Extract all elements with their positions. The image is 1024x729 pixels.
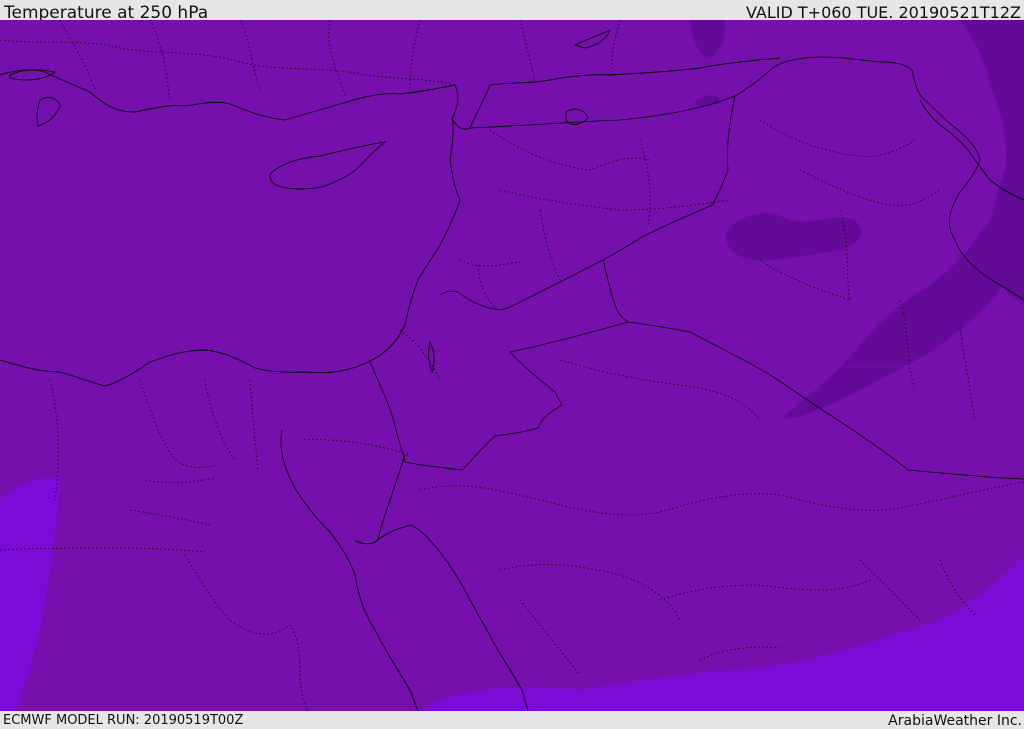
map-svg [0,20,1024,711]
footer-bar: ECMWF MODEL RUN: 20190519T00Z ArabiaWeat… [0,711,1024,729]
map-canvas[interactable] [0,20,1024,711]
credit-label: ArabiaWeather Inc. [888,713,1022,729]
header-bar: Temperature at 250 hPa VALID T+060 TUE. … [0,0,1024,23]
weather-map-viewer: Temperature at 250 hPa VALID T+060 TUE. … [0,0,1024,729]
model-run-label: ECMWF MODEL RUN: 20190519T00Z [3,713,244,728]
